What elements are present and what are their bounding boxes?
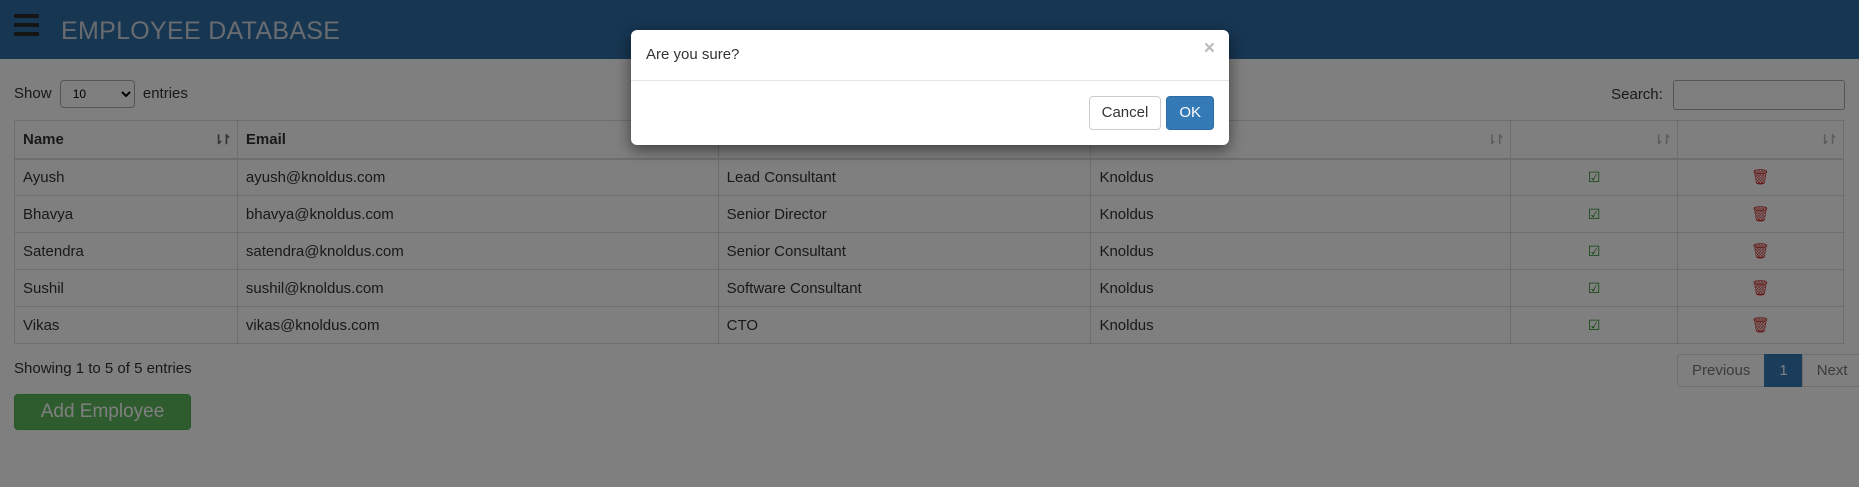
dialog-title: Are you sure? <box>646 46 740 63</box>
cancel-button[interactable]: Cancel <box>1088 96 1162 130</box>
confirm-dialog: Are you sure? × Cancel OK <box>631 30 1229 145</box>
dialog-footer: Cancel OK <box>1088 96 1214 130</box>
dialog-header: Are you sure? × <box>631 30 1229 81</box>
ok-button[interactable]: OK <box>1166 96 1214 130</box>
close-icon[interactable]: × <box>1204 38 1215 60</box>
